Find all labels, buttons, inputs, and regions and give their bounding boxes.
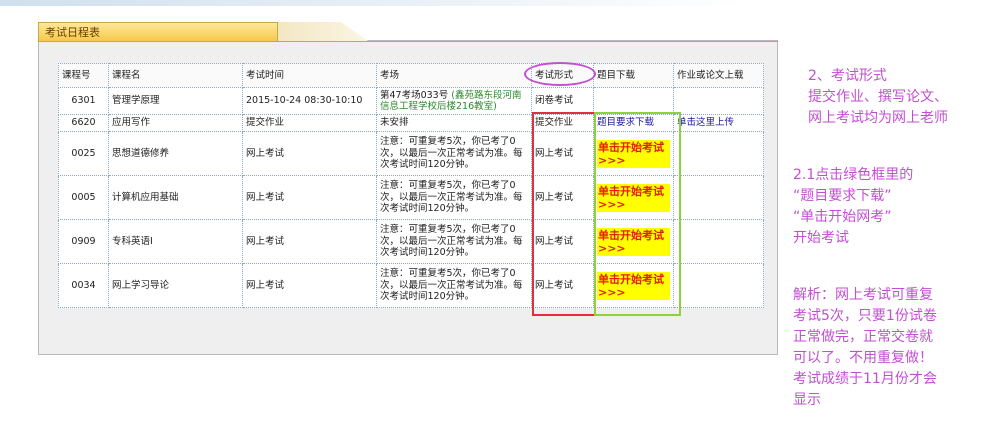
table-header-row: 课程号 课程名 考试时间 考场 考试形式 题目下载 作业或论文上载 <box>58 63 764 88</box>
annotation-line: “题目要求下载” <box>793 188 892 204</box>
annotation-click-instructions: 2.1点击绿色框里的 “题目要求下载” “单击开始网考” 开始考试 <box>793 165 913 249</box>
annotation-line: 2.1点击绿色框里的 <box>793 167 914 183</box>
course-code: 6620 <box>58 114 109 132</box>
header-exam-time: 考试时间 <box>242 63 377 88</box>
upload-cell <box>673 87 764 115</box>
course-name: 专科英语I <box>108 219 243 264</box>
course-code: 0025 <box>58 131 109 176</box>
annotation-line: 考试5次，只要1份试卷 <box>793 308 937 324</box>
header-exam-room: 考场 <box>376 63 532 88</box>
course-name: 计算机应用基础 <box>108 175 243 220</box>
top-gradient-strip <box>0 0 999 6</box>
exam-time: 网上考试 <box>242 263 377 308</box>
exam-note: 注意：可重复考5次，你已考了0次，以最后一次正常考试为准。每次考试时间120分钟… <box>376 219 532 264</box>
upload-cell <box>673 219 764 264</box>
download-start-highlight-box <box>594 112 681 316</box>
exam-time: 网上考试 <box>242 175 377 220</box>
course-name: 思想道德修养 <box>108 131 243 176</box>
course-name: 网上学习导论 <box>108 263 243 308</box>
annotation-line: 可以了。不用重复做！ <box>793 350 933 366</box>
annotation-exam-form: 2、考试形式 提交作业、撰写论文、 网上考试均为网上老师 <box>808 66 948 129</box>
course-code: 0005 <box>58 175 109 220</box>
table-row: 6301 管理学原理 2015-10-24 08:30-10:10 第47考场0… <box>58 87 764 115</box>
annotation-line: 考试成绩于11月份才会 <box>793 371 937 387</box>
exam-time: 提交作业 <box>242 114 377 132</box>
exam-note: 注意：可重复考5次，你已考了0次，以最后一次正常考试为准。每次考试时间120分钟… <box>376 263 532 308</box>
course-code: 0034 <box>58 263 109 308</box>
annotation-line: 2、考试形式 <box>808 68 887 84</box>
header-upload: 作业或论文上载 <box>673 63 764 88</box>
exam-room: 未安排 <box>376 114 532 132</box>
tab-decoration <box>278 22 368 41</box>
upload-cell <box>673 263 764 308</box>
annotation-line: 网上考试均为网上老师 <box>808 110 948 126</box>
upload-link[interactable]: 单击这里上传 <box>677 117 734 128</box>
exam-note: 注意：可重复考5次，你已考了0次，以最后一次正常考试为准。每次考试时间120分钟… <box>376 131 532 176</box>
exam-time: 网上考试 <box>242 131 377 176</box>
exam-note: 注意：可重复考5次，你已考了0次，以最后一次正常考试为准。每次考试时间120分钟… <box>376 175 532 220</box>
annotation-line: 正常做完，正常交卷就 <box>793 329 933 345</box>
course-code: 0909 <box>58 219 109 264</box>
header-download: 题目下载 <box>593 63 674 88</box>
annotation-line: 开始考试 <box>793 230 849 246</box>
exam-room: 第47考场033号 (鑫苑路东段河南信息工程学校后楼216教室) <box>376 87 532 115</box>
annotation-line: 解析：网上考试可重复 <box>793 287 933 303</box>
header-course-code: 课程号 <box>58 63 109 88</box>
room-number: 第47考场033号 <box>380 89 449 101</box>
course-name: 管理学原理 <box>108 87 243 115</box>
upload-cell: 单击这里上传 <box>673 114 764 132</box>
upload-cell <box>673 131 764 176</box>
annotation-line: “单击开始网考” <box>793 209 892 225</box>
tab-exam-schedule[interactable]: 考试日程表 <box>38 22 278 41</box>
course-name: 应用写作 <box>108 114 243 132</box>
tab-bar: 考试日程表 <box>38 22 778 42</box>
annotation-line: 显示 <box>793 392 821 408</box>
course-code: 6301 <box>58 87 109 115</box>
annotation-line: 提交作业、撰写论文、 <box>808 89 948 105</box>
exam-form-highlight-oval <box>524 62 596 86</box>
exam-form: 闭卷考试 <box>531 87 594 115</box>
exam-form-highlight-box <box>532 112 596 316</box>
upload-cell <box>673 175 764 220</box>
annotation-explanation: 解析：网上考试可重复 考试5次，只要1份试卷 正常做完，正常交卷就 可以了。不用… <box>793 285 937 411</box>
header-course-name: 课程名 <box>108 63 243 88</box>
download-cell <box>593 87 674 115</box>
exam-time: 2015-10-24 08:30-10:10 <box>242 87 377 115</box>
exam-time: 网上考试 <box>242 219 377 264</box>
